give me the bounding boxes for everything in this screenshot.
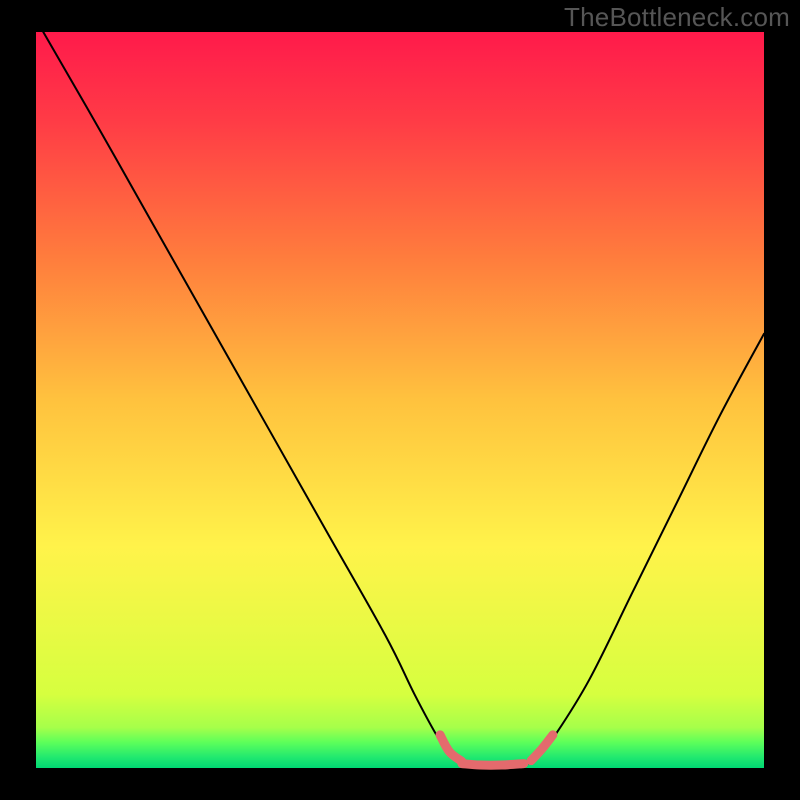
- bottleneck-chart: [0, 0, 800, 800]
- chart-frame: { "watermark": "TheBottleneck.com", "cha…: [0, 0, 800, 800]
- gradient-background: [36, 32, 764, 768]
- series-highlight-bottom: [462, 764, 524, 766]
- watermark-text: TheBottleneck.com: [564, 2, 790, 33]
